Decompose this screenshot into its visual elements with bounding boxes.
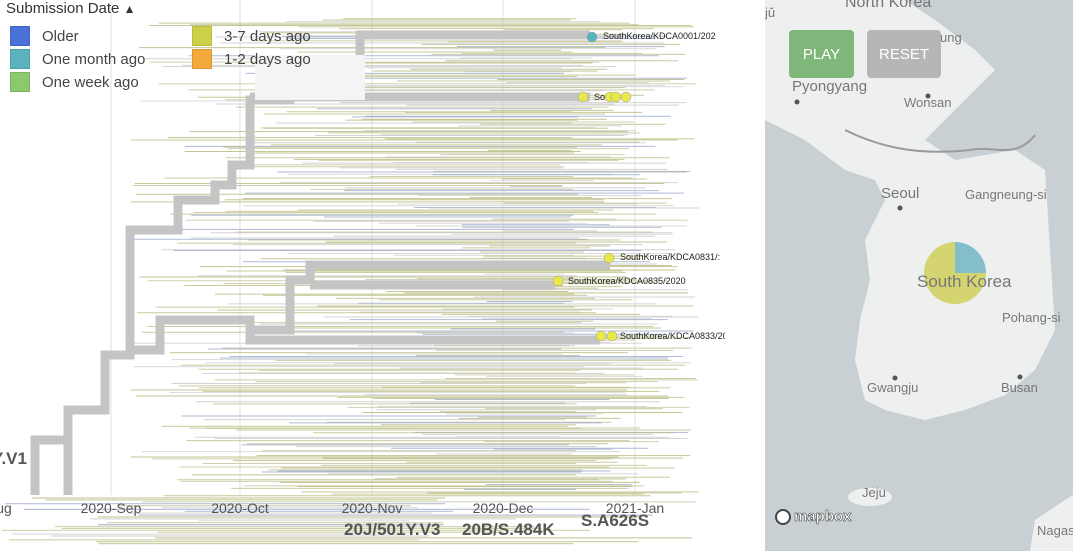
play-button[interactable]: PLAY — [789, 30, 854, 78]
city-dot — [897, 205, 903, 211]
axis-tick-label: 2020-Sep — [80, 500, 142, 516]
legend-item-3-7-days[interactable]: 3-7 days ago — [192, 26, 311, 46]
chevron-up-icon: ▲ — [123, 2, 136, 16]
legend-item-one-week[interactable]: One week ago — [10, 72, 139, 92]
tip-node — [577, 91, 589, 103]
map-label: Seoul — [881, 185, 920, 202]
map-panel[interactable]: North Korea jŭ ung Pyongyang Wonsan Seou… — [765, 0, 1073, 551]
tip-node — [552, 275, 564, 287]
tip-node — [586, 31, 598, 43]
tip-label[interactable]: SouthKorea/KDCA0831/: — [620, 252, 720, 262]
legend-item-older[interactable]: Older — [10, 26, 79, 46]
mapbox-attribution: mapbox — [794, 508, 852, 526]
map-label: South Korea — [917, 272, 1012, 291]
tip-node — [606, 330, 618, 342]
tip-node — [603, 252, 615, 264]
axis-tick-label: 2020-Oct — [211, 500, 269, 516]
legend-label: Older — [42, 27, 79, 45]
map-label: Busan — [1001, 380, 1038, 395]
map-label: Pohang-si — [1002, 310, 1061, 325]
tip-node — [610, 91, 622, 103]
tip-node — [620, 91, 632, 103]
clade-label: S.A626S — [581, 511, 650, 530]
tip-label[interactable]: SouthKorea/KDCA0001/202 — [603, 31, 716, 41]
axis-tick-label: ug — [0, 500, 12, 516]
map-label: Gwangju — [867, 380, 919, 395]
legend-label: 3-7 days ago — [224, 27, 311, 45]
legend-swatch — [10, 26, 30, 46]
legend-swatch — [192, 26, 212, 46]
axis-tick-label: 2020-Dec — [472, 500, 534, 516]
legend-title: Submission Date — [6, 0, 120, 17]
legend-swatch — [10, 49, 30, 69]
axis-tick-label: 2020-Nov — [341, 500, 403, 516]
reset-button[interactable]: RESET — [867, 30, 941, 78]
tip-label[interactable]: So — [594, 92, 605, 102]
map-label: jŭ — [765, 5, 776, 20]
legend-label: 1-2 days ago — [224, 50, 311, 68]
map-label: North Korea — [845, 0, 932, 11]
tip-label[interactable]: SouthKorea/KDCA0833/20 — [620, 331, 725, 341]
map-label: Gangneung-si — [965, 187, 1047, 202]
legend-item-one-month[interactable]: One month ago — [10, 49, 145, 69]
clade-label: 20B/S.484K — [462, 520, 555, 539]
legend-toggle[interactable]: Submission Date ▲ — [6, 0, 135, 17]
city-dot — [794, 99, 800, 105]
clade-label: 20J/501Y.V3 — [344, 520, 441, 539]
legend-swatch — [10, 72, 30, 92]
tip-node — [595, 330, 607, 342]
mapbox-icon — [775, 508, 791, 525]
map-label: Nagas — [1037, 523, 1073, 538]
tip-label[interactable]: SouthKorea/KDCA0835/2020 — [568, 276, 686, 286]
map-label: ung — [940, 30, 962, 45]
map-label: Jeju — [862, 485, 886, 500]
city-dot — [1017, 374, 1023, 380]
map-label: Pyongyang — [792, 78, 868, 95]
legend-item-1-2-days[interactable]: 1-2 days ago — [192, 49, 311, 69]
legend-swatch — [192, 49, 212, 69]
mapbox-logo[interactable]: mapbox — [775, 508, 852, 525]
phylogeny-tree-panel[interactable]: Submission Date ▲ Older One month ago On… — [0, 0, 725, 551]
legend-label: One week ago — [42, 73, 139, 91]
clade-label: Y.V1 — [0, 449, 27, 468]
map-label: Wonsan — [904, 95, 952, 110]
legend-label: One month ago — [42, 50, 146, 68]
